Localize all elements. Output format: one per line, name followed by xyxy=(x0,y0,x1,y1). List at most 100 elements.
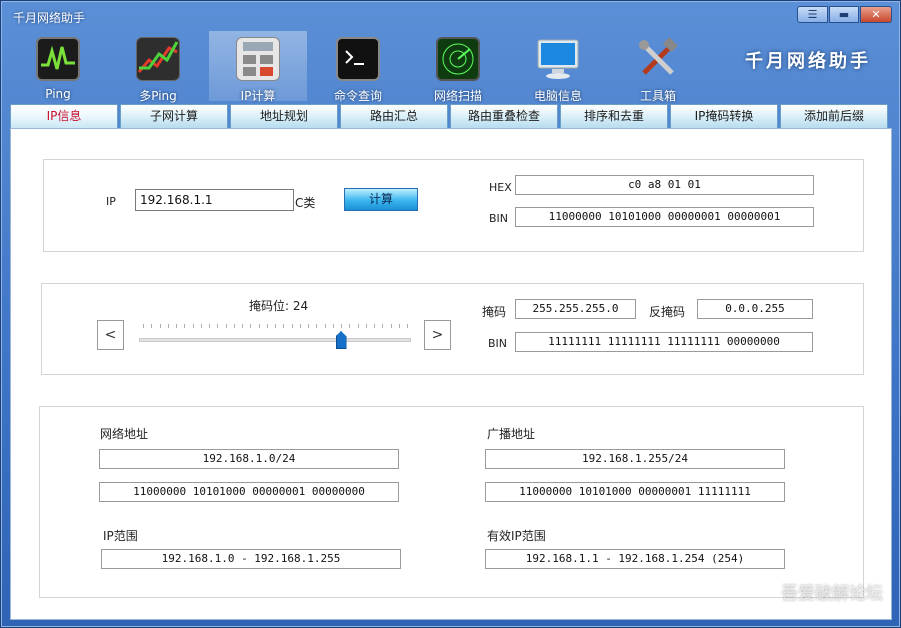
slider-tick xyxy=(200,324,202,328)
ip-input-group: IP C类 计算 HEX c0 a8 01 01 BIN 11000000 10… xyxy=(43,159,864,252)
radar-icon xyxy=(436,37,480,81)
mask-bin-label: BIN xyxy=(488,337,508,350)
slider-tick xyxy=(217,324,219,328)
slider-tick xyxy=(176,324,177,328)
ip-input[interactable] xyxy=(135,189,294,211)
slider-tick xyxy=(308,324,309,328)
slider-tick xyxy=(283,324,285,328)
tool-ip-calc[interactable]: IP计算 xyxy=(209,31,307,103)
slider-tick xyxy=(324,324,326,328)
title-bar: 千月网络助手 ☰ ▬ ✕ xyxy=(1,1,900,31)
slider-tick xyxy=(143,324,144,328)
slider-tick xyxy=(159,324,161,328)
tool-label: 工具箱 xyxy=(639,89,676,103)
mask-next-button[interactable]: > xyxy=(424,320,451,350)
tool-label: 电脑信息 xyxy=(533,89,582,103)
tool-pc-info[interactable]: 电脑信息 xyxy=(509,31,607,103)
slider-tick xyxy=(398,324,400,328)
brand-title: 千月网络助手 xyxy=(745,51,871,72)
broadcast-address-field: 192.168.1.255/24 xyxy=(485,449,785,469)
ip-range-label: IP范围 xyxy=(103,529,138,543)
slider-tick xyxy=(266,324,268,328)
slider-tick xyxy=(357,324,359,328)
slider-thumb[interactable] xyxy=(335,331,347,349)
calculate-button[interactable]: 计算 xyxy=(344,188,418,211)
ping-icon xyxy=(36,37,80,81)
mask-prev-button[interactable]: < xyxy=(97,320,124,350)
hex-field: c0 a8 01 01 xyxy=(515,175,814,195)
slider-track xyxy=(139,338,411,342)
slider-tick xyxy=(316,324,318,328)
mask-field: 255.255.255.0 xyxy=(515,299,636,319)
ip-bin-label: BIN xyxy=(489,212,509,225)
slider-tick xyxy=(258,324,260,328)
main-toolbar: Ping 多Ping IP计算 命令查询 网络扫描 电脑信息 工具箱 千月网络助… xyxy=(1,31,900,103)
slider-tick xyxy=(341,324,342,328)
menu-button[interactable]: ☰ xyxy=(797,6,828,23)
watermark-text: 吾爱破解论坛 xyxy=(781,584,883,604)
tab-route-summary[interactable]: 路由汇总 xyxy=(340,104,448,128)
tool-label: 命令查询 xyxy=(333,89,382,103)
slider-tick xyxy=(299,324,301,328)
ip-info-panel: IP C类 计算 HEX c0 a8 01 01 BIN 11000000 10… xyxy=(10,128,892,620)
tool-toolbox[interactable]: 工具箱 xyxy=(609,31,707,103)
monitor-icon xyxy=(536,37,580,81)
tool-label: IP计算 xyxy=(240,89,276,103)
slider-tick xyxy=(365,324,367,328)
tab-prefix-suffix[interactable]: 添加前后缀 xyxy=(780,104,888,128)
slider-tick xyxy=(250,324,252,328)
network-address-field: 192.168.1.0/24 xyxy=(99,449,399,469)
network-bin-field: 11000000 10101000 00000001 00000000 xyxy=(99,482,399,502)
hex-label: HEX xyxy=(489,181,512,194)
tool-label: Ping xyxy=(45,87,71,101)
slider-tick xyxy=(233,324,235,328)
tab-address-plan[interactable]: 地址规划 xyxy=(230,104,338,128)
slider-tick xyxy=(209,324,210,328)
slider-tick xyxy=(167,324,169,328)
tab-ip-info[interactable]: IP信息 xyxy=(10,104,118,128)
result-group: 网络地址 192.168.1.0/24 11000000 10101000 00… xyxy=(39,406,864,598)
valid-range-label: 有效IP范围 xyxy=(487,529,546,543)
tab-subnet-calc[interactable]: 子网计算 xyxy=(120,104,228,128)
tool-multi-ping[interactable]: 多Ping xyxy=(109,31,207,103)
watermark-url: www.52pojie.cn xyxy=(783,602,878,616)
mask-slider[interactable] xyxy=(139,320,411,350)
slider-tick xyxy=(374,324,375,328)
ip-label: IP xyxy=(106,195,116,208)
slider-tick xyxy=(192,324,194,328)
tab-sort-dedupe[interactable]: 排序和去重 xyxy=(560,104,668,128)
tool-network-scan[interactable]: 网络扫描 xyxy=(409,31,507,103)
mask-group: 掩码位: 24 < > 掩码 255.255.255.0 反掩码 0.0.0.2… xyxy=(41,283,864,375)
slider-tick xyxy=(242,324,243,328)
wildcard-label: 反掩码 xyxy=(649,305,686,319)
mask-label: 掩码 xyxy=(482,305,507,319)
minimize-button[interactable]: ▬ xyxy=(829,6,859,23)
slider-tick xyxy=(332,324,334,328)
slider-tick xyxy=(390,324,392,328)
slider-tick xyxy=(184,324,186,328)
tool-label: 多Ping xyxy=(139,89,177,103)
slider-tick xyxy=(275,324,276,328)
close-button[interactable]: ✕ xyxy=(860,6,892,23)
tool-ping[interactable]: Ping xyxy=(9,31,107,101)
calculator-icon xyxy=(236,37,280,81)
slider-tick xyxy=(382,324,384,328)
ip-range-field: 192.168.1.0 - 192.168.1.255 xyxy=(101,549,401,569)
slider-tick xyxy=(291,324,293,328)
tab-route-overlap[interactable]: 路由重叠检查 xyxy=(450,104,558,128)
terminal-icon xyxy=(336,37,380,81)
slider-tick xyxy=(151,324,153,328)
mask-bits-label: 掩码位: 24 xyxy=(249,299,309,313)
valid-range-field: 192.168.1.1 - 192.168.1.254 (254) xyxy=(485,549,785,569)
ip-bin-field: 11000000 10101000 00000001 00000001 xyxy=(515,207,814,227)
mask-bin-field: 11111111 11111111 11111111 00000000 xyxy=(515,332,813,352)
tab-mask-convert[interactable]: IP掩码转换 xyxy=(670,104,778,128)
broadcast-address-label: 广播地址 xyxy=(487,427,536,441)
ip-class-label: C类 xyxy=(295,196,316,210)
wildcard-field: 0.0.0.255 xyxy=(697,299,813,319)
slider-tick xyxy=(349,324,351,328)
window-title: 千月网络助手 xyxy=(13,11,86,25)
network-address-label: 网络地址 xyxy=(100,427,149,441)
broadcast-bin-field: 11000000 10101000 00000001 11111111 xyxy=(485,482,785,502)
tool-command[interactable]: 命令查询 xyxy=(309,31,407,103)
